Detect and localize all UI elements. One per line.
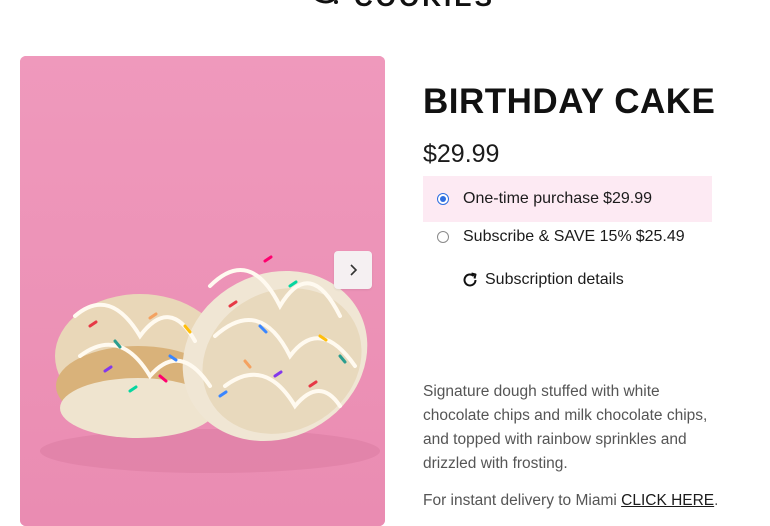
click-here-link[interactable]: CLICK HERE: [621, 492, 714, 509]
product-title: BIRTHDAY CAKE: [423, 82, 716, 121]
option-price: $29.99: [603, 190, 652, 207]
delivery-prefix: For instant delivery to Miami: [423, 492, 617, 509]
radio-one-time[interactable]: [437, 193, 449, 205]
radio-subscribe[interactable]: [437, 231, 449, 243]
brand-logo[interactable]: COOKIES: [306, 0, 495, 10]
refresh-icon: [463, 272, 477, 287]
product-image-gallery[interactable]: [20, 56, 385, 526]
product-description: Signature dough stuffed with white choco…: [423, 383, 708, 472]
logo-mark-icon: [315, 0, 338, 4]
delivery-note: For instant delivery to Miami CLICK HERE…: [423, 492, 718, 510]
delivery-suffix: .: [714, 492, 719, 509]
subscription-details-label: Subscription details: [485, 271, 624, 288]
subscription-details-link[interactable]: Subscription details: [461, 271, 624, 289]
option-label: Subscribe & SAVE 15%: [463, 228, 632, 245]
product-image: [20, 56, 385, 526]
option-price: $25.49: [635, 228, 685, 245]
logo-text: COOKIES: [354, 0, 495, 10]
option-label: One-time purchase: [463, 190, 600, 207]
option-subscribe-save[interactable]: Subscribe & SAVE 15% $25.49: [423, 214, 712, 260]
chevron-right-icon: [350, 264, 358, 276]
product-price: $29.99: [423, 140, 500, 168]
gallery-next-button[interactable]: [334, 251, 372, 289]
